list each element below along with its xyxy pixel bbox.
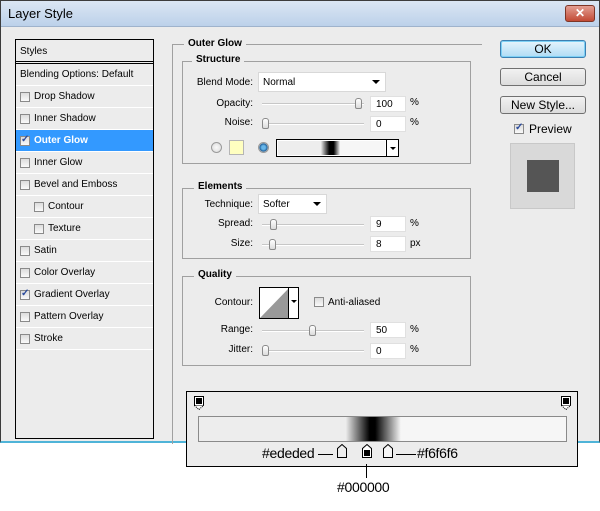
opacity-stop-left-icon[interactable]	[194, 396, 204, 410]
styles-header[interactable]: Styles	[16, 40, 153, 64]
style-item-texture[interactable]: Texture	[16, 218, 153, 240]
close-icon: ✕	[574, 6, 586, 20]
blending-options-label: Blending Options: Default	[20, 69, 134, 80]
style-checkbox[interactable]	[20, 157, 30, 168]
style-item-inner-shadow[interactable]: Inner Shadow	[16, 108, 153, 130]
ok-button[interactable]: OK	[500, 40, 586, 58]
outer-glow-heading-label: Outer Glow	[184, 38, 246, 49]
style-checkbox[interactable]	[20, 333, 30, 344]
style-checkbox[interactable]	[34, 223, 44, 234]
stop-label-000000: #000000	[337, 479, 390, 495]
style-item-label: Stroke	[34, 333, 63, 344]
stop-label-f6f6f6: #f6f6f6	[417, 445, 458, 461]
opacity-stop-right-icon[interactable]	[561, 396, 571, 410]
style-item-bevel-and-emboss[interactable]: Bevel and Emboss	[16, 174, 153, 196]
style-checkbox[interactable]	[20, 311, 30, 322]
style-checkbox[interactable]	[20, 91, 30, 102]
gradient-bar[interactable]	[198, 416, 567, 442]
style-item-outer-glow[interactable]: Outer Glow	[16, 130, 153, 152]
style-checkbox[interactable]	[34, 201, 44, 212]
layer-style-dialog: Layer Style ✕ Styles Blending Options: D…	[0, 0, 600, 444]
style-item-label: Gradient Overlay	[34, 289, 110, 300]
style-item-label: Drop Shadow	[34, 91, 95, 102]
styles-list: Styles Blending Options: Default Drop Sh…	[15, 39, 154, 439]
leader-line-f6f6f6	[396, 454, 416, 455]
style-item-drop-shadow[interactable]: Drop Shadow	[16, 86, 153, 108]
style-item-contour[interactable]: Contour	[16, 196, 153, 218]
style-item-pattern-overlay[interactable]: Pattern Overlay	[16, 306, 153, 328]
style-checkbox[interactable]	[20, 113, 30, 124]
color-stop-ededed-icon[interactable]	[337, 444, 347, 458]
style-item-label: Satin	[34, 245, 57, 256]
leader-line-000000	[366, 464, 367, 478]
style-item-label: Outer Glow	[34, 135, 88, 146]
new-style-button[interactable]: New Style...	[500, 96, 586, 114]
style-item-label: Pattern Overlay	[34, 311, 104, 322]
leader-line-ededed	[318, 454, 333, 455]
color-stop-f6f6f6-icon[interactable]	[383, 444, 393, 458]
preview-checkbox[interactable]	[514, 122, 524, 134]
style-item-color-overlay[interactable]: Color Overlay	[16, 262, 153, 284]
style-item-label: Inner Glow	[34, 157, 83, 168]
style-item-satin[interactable]: Satin	[16, 240, 153, 262]
style-checkbox[interactable]	[20, 179, 30, 190]
style-item-label: Texture	[48, 223, 81, 234]
window-title: Layer Style	[8, 6, 74, 21]
style-checkbox[interactable]	[20, 134, 30, 146]
blending-options-item[interactable]: Blending Options: Default	[16, 64, 153, 86]
preview-thumbnail	[510, 143, 575, 209]
style-item-label: Bevel and Emboss	[34, 179, 118, 190]
outer-glow-group	[172, 44, 482, 444]
style-item-label: Contour	[48, 201, 84, 212]
stop-label-ededed: #ededed	[262, 445, 315, 461]
style-checkbox[interactable]	[20, 245, 30, 256]
style-item-inner-glow[interactable]: Inner Glow	[16, 152, 153, 174]
style-item-gradient-overlay[interactable]: Gradient Overlay	[16, 284, 153, 306]
gradient-editor-callout: #ededed #f6f6f6	[186, 391, 578, 467]
color-stop-000000-icon[interactable]	[362, 444, 372, 458]
style-item-label: Color Overlay	[34, 267, 96, 278]
preview-square	[527, 160, 559, 192]
style-checkbox[interactable]	[20, 267, 30, 278]
close-button[interactable]: ✕	[565, 5, 595, 22]
preview-label: Preview	[529, 122, 572, 136]
style-item-stroke[interactable]: Stroke	[16, 328, 153, 350]
style-item-label: Inner Shadow	[34, 113, 96, 124]
title-bar[interactable]: Layer Style ✕	[1, 1, 599, 27]
cancel-button[interactable]: Cancel	[500, 68, 586, 86]
style-checkbox[interactable]	[20, 288, 30, 300]
